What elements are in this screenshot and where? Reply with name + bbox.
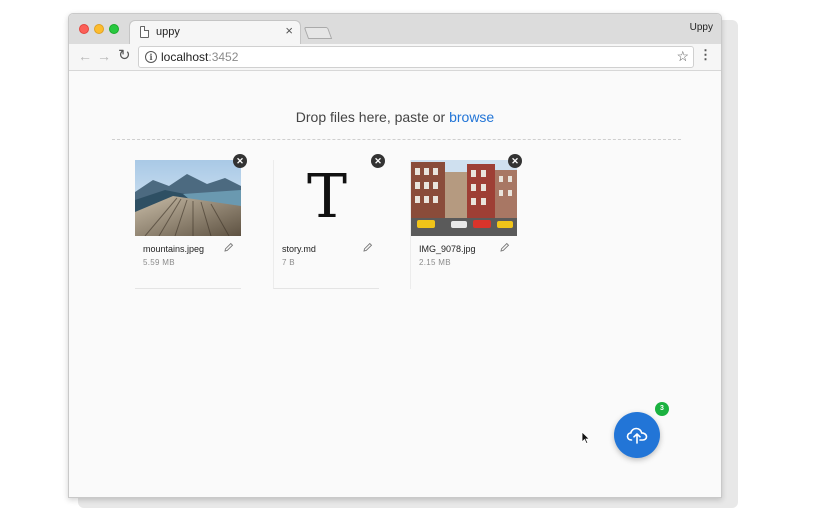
menu-dots-icon[interactable]: ⋮ [699,48,712,62]
url-port: :3452 [208,50,239,64]
minimize-window-button[interactable] [94,24,104,34]
dashed-divider [112,139,681,140]
mouse-cursor-icon [581,431,591,445]
tab-strip: uppy × Uppy [69,14,721,44]
mountains-thumbnail [135,160,241,236]
profile-name[interactable]: Uppy [690,22,713,33]
tab-close-button[interactable]: × [285,24,293,38]
info-icon[interactable]: i [145,51,157,63]
maximize-window-button[interactable] [109,24,119,34]
url-text[interactable]: localhost:3452 [161,50,238,64]
file-name: story.md [282,244,316,254]
file-card-img[interactable]: ✕ IMG_9078.jpg 2.15 MB [410,154,522,289]
remove-file-button[interactable]: ✕ [233,154,247,168]
drop-hint: Drop files here, paste or browse [69,109,721,125]
upload-button[interactable] [614,412,660,458]
document-icon [140,26,149,38]
file-count-badge: 3 [655,402,669,416]
new-tab-button[interactable] [303,27,333,39]
pencil-icon[interactable] [363,242,373,252]
tab-title: uppy [156,26,180,38]
pencil-icon[interactable] [500,242,510,252]
back-arrow-icon[interactable]: ← [78,48,92,64]
browse-link[interactable]: browse [449,109,494,125]
browser-toolbar: ← → ↻ i localhost:3452 ☆ ⋮ [69,44,721,71]
file-size: 2.15 MB [419,258,451,267]
url-host: localhost [161,50,209,64]
file-card-story[interactable]: T ✕ story.md 7 B [273,154,385,289]
pencil-icon[interactable] [224,242,234,252]
drop-hint-text: Drop files here, paste or [295,109,450,125]
text-file-preview: T [274,160,380,236]
browser-window: uppy × Uppy ← → ↻ i localhost:3452 ☆ ⋮ D… [68,13,722,498]
forward-arrow-icon[interactable]: → [97,48,111,64]
file-name: mountains.jpeg [143,244,205,254]
remove-file-button[interactable]: ✕ [371,154,385,168]
address-bar[interactable]: i localhost:3452 ☆ [138,46,694,68]
street-thumbnail [411,160,517,236]
cloud-upload-icon [626,427,648,444]
close-window-button[interactable] [79,24,89,34]
tab-uppy[interactable]: uppy × [129,20,301,44]
remove-file-button[interactable]: ✕ [508,154,522,168]
file-card-mountains[interactable]: ✕ mountains.jpeg 5.59 MB [135,154,247,289]
text-file-icon: T [306,162,348,232]
file-size: 7 B [282,258,295,267]
file-size: 5.59 MB [143,258,175,267]
page-viewport: Drop files here, paste or browse ✕ mount… [69,71,721,497]
file-name: IMG_9078.jpg [419,244,476,254]
reload-icon[interactable]: ↻ [118,48,131,64]
bookmark-star-icon[interactable]: ☆ [676,48,689,65]
